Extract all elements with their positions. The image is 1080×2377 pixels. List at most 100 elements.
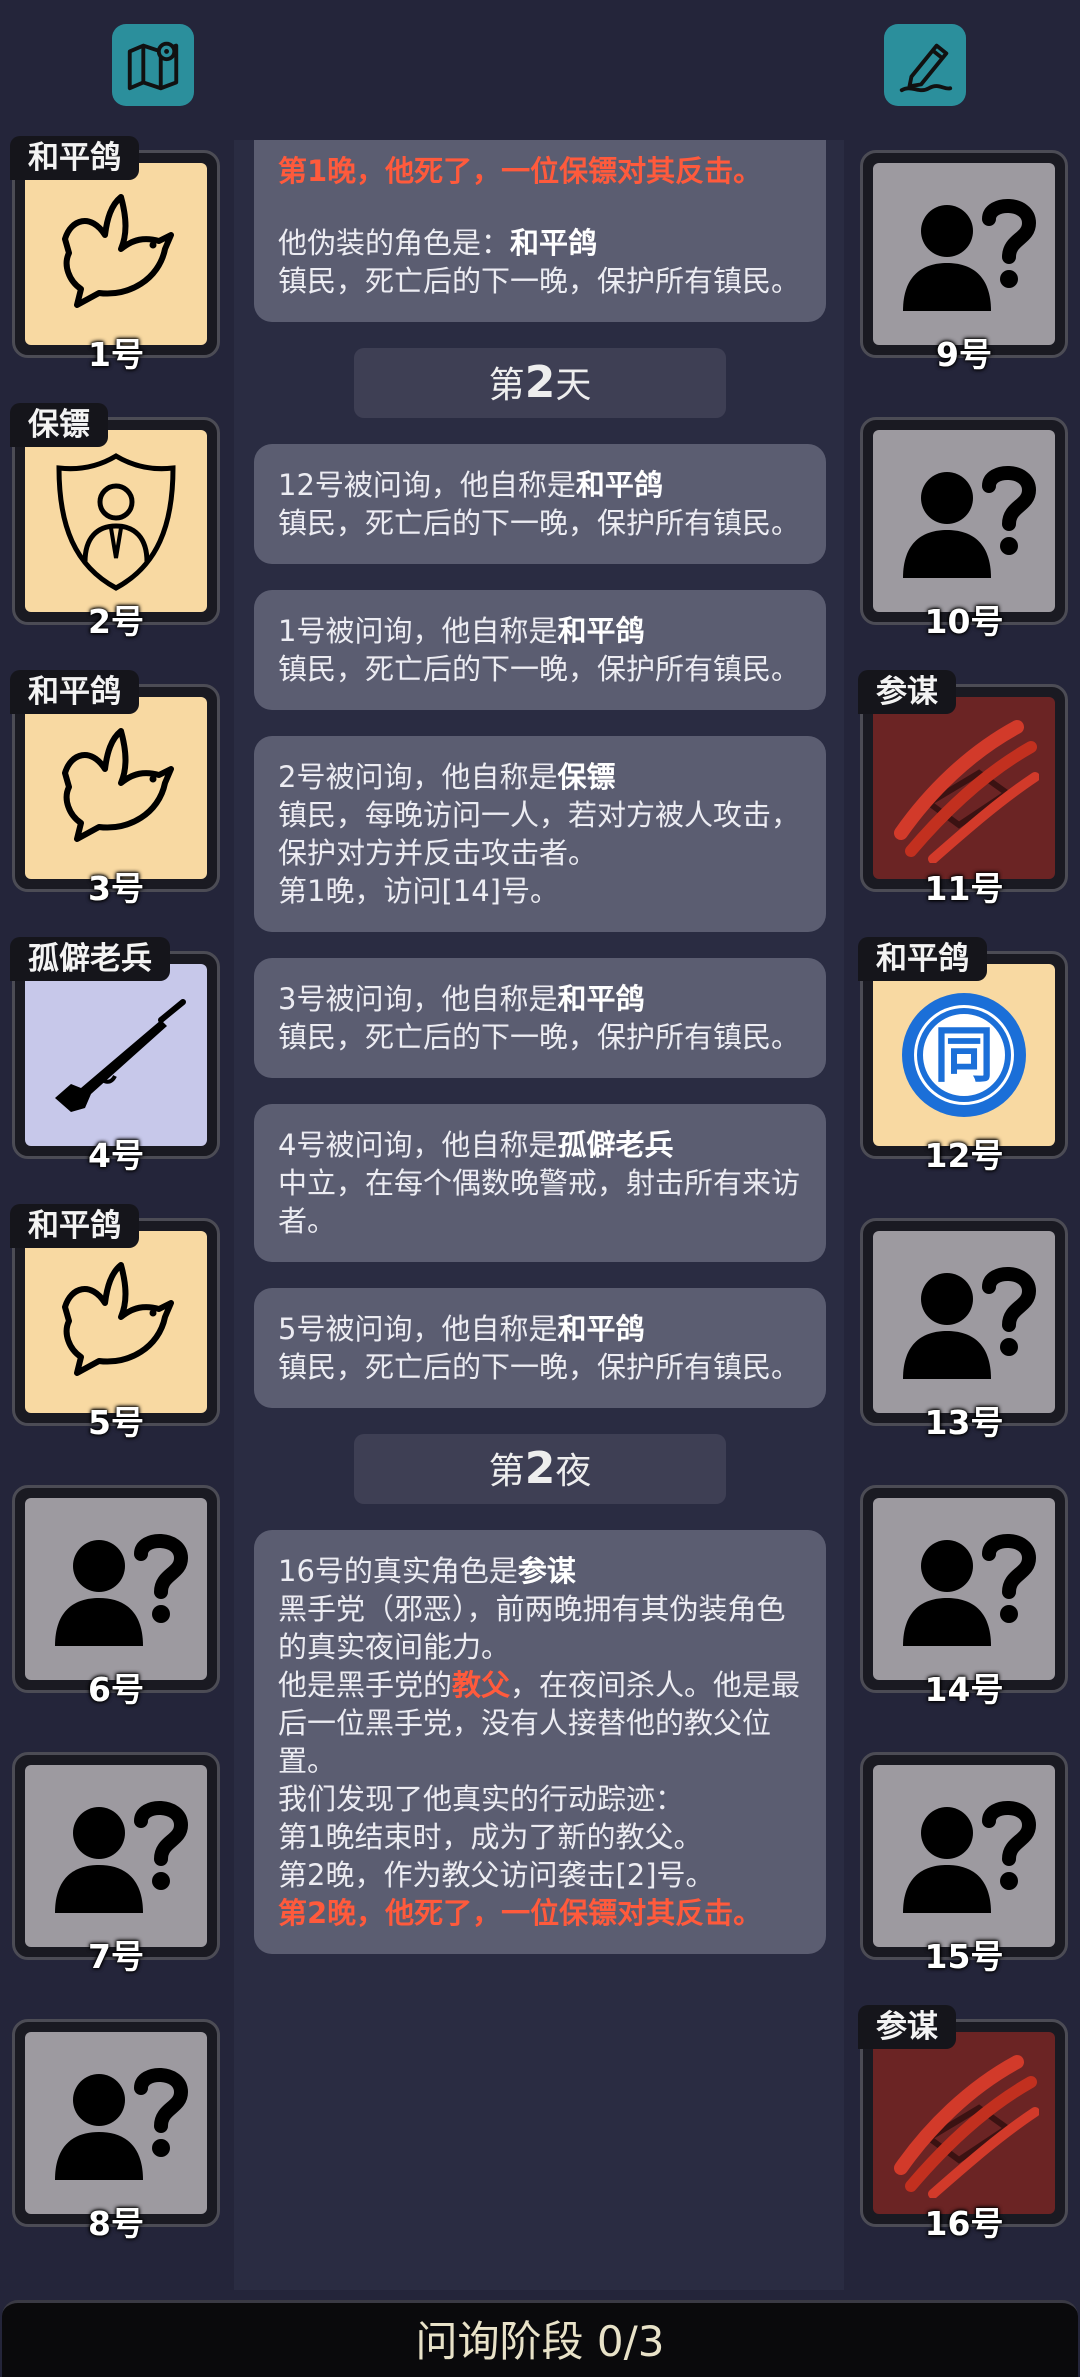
phase-day-header: 第2天 xyxy=(354,348,726,418)
player-tile xyxy=(12,150,220,358)
player-portrait xyxy=(25,1765,207,1947)
player-portrait xyxy=(25,697,207,879)
event-log[interactable]: 第1晚，他死了，一位保镖对其反击。 他伪装的角色是：和平鸽 镇民，死亡后的下一晚… xyxy=(254,140,826,2240)
claim-prefix: 2号被问询，他自称是 xyxy=(278,760,558,794)
unknown-person-icon xyxy=(889,179,1039,329)
player-slot[interactable]: 15号 xyxy=(860,1752,1068,1976)
unknown-person-icon xyxy=(889,1514,1039,1664)
player-number: 7号 xyxy=(88,1937,144,1976)
player-portrait xyxy=(873,1231,1055,1413)
claim-description: 中立，在每个偶数晚警戒，射击所有来访者。 xyxy=(278,1166,801,1238)
player-portrait xyxy=(873,163,1055,345)
badge-text: 同 xyxy=(934,1021,994,1091)
role-tag: 和平鸽 xyxy=(10,136,139,180)
player-slot[interactable]: 6号 xyxy=(12,1485,220,1709)
player-portrait xyxy=(25,1498,207,1680)
player-number: 8号 xyxy=(88,2204,144,2243)
claims-list: 12号被问询，他自称是和平鸽 镇民，死亡后的下一晚，保护所有镇民。 1号被问询，他自… xyxy=(254,444,826,1408)
claim-prefix: 1号被问询，他自称是 xyxy=(278,614,558,648)
player-number: 9号 xyxy=(936,335,992,374)
claim-card: 3号被问询，他自称是和平鸽 镇民，死亡后的下一晚，保护所有镇民。 xyxy=(254,958,826,1078)
player-number: 5号 xyxy=(88,1403,144,1442)
player-tile xyxy=(12,684,220,892)
role-tag: 保镖 xyxy=(10,403,108,447)
claim-role: 孤僻老兵 xyxy=(557,1128,674,1162)
player-tile xyxy=(12,2019,220,2227)
player-tile: 同 xyxy=(860,951,1068,1159)
unknown-person-icon xyxy=(889,1247,1039,1397)
claim-prefix: 5号被问询，他自称是 xyxy=(278,1312,558,1346)
dove-icon xyxy=(41,713,191,863)
player-tile xyxy=(860,684,1068,892)
player-portrait xyxy=(873,1765,1055,1947)
player-slot[interactable]: 13号 xyxy=(860,1218,1068,1442)
phase-night-header: 第2夜 xyxy=(354,1434,726,1504)
map-button[interactable] xyxy=(112,24,194,106)
notes-button[interactable] xyxy=(884,24,966,106)
player-number: 16号 xyxy=(924,2204,1004,2243)
same-badge-icon: 同 xyxy=(902,993,1026,1117)
claim-description: 镇民，每晚访问一人，若对方被人攻击，保护对方并反击攻击者。 xyxy=(278,798,801,870)
claim-prefix: 4号被问询，他自称是 xyxy=(278,1128,558,1162)
player-number: 13号 xyxy=(924,1403,1004,1442)
player-slot[interactable]: 14号 xyxy=(860,1485,1068,1709)
player-slot[interactable]: 同 和平鸽 12号 xyxy=(858,937,1068,1175)
player-slot[interactable]: 和平鸽 3号 xyxy=(10,670,220,908)
player-portrait xyxy=(873,697,1055,879)
player-tile xyxy=(860,2019,1068,2227)
claim-card: 4号被问询，他自称是孤僻老兵中立，在每个偶数晚警戒，射击所有来访者。 xyxy=(254,1104,826,1262)
claim-prefix: 3号被问询，他自称是 xyxy=(278,982,558,1016)
unknown-person-icon xyxy=(41,1781,191,1931)
player-portrait xyxy=(25,1231,207,1413)
claim-card: 5号被问询，他自称是和平鸽 镇民，死亡后的下一晚，保护所有镇民。 xyxy=(254,1288,826,1408)
player-portrait xyxy=(25,2032,207,2214)
player-number: 14号 xyxy=(924,1670,1004,1709)
player-number: 3号 xyxy=(88,869,144,908)
player-portrait xyxy=(873,430,1055,612)
player-number: 1号 xyxy=(88,335,144,374)
claim-description: 镇民，死亡后的下一晚，保护所有镇民。 xyxy=(278,506,801,540)
role-tag: 孤僻老兵 xyxy=(10,937,170,981)
player-tile xyxy=(860,1485,1068,1693)
player-slot[interactable]: 和平鸽 5号 xyxy=(10,1204,220,1442)
interrogation-phase-bar[interactable]: 问询阶段 0/3 xyxy=(2,2300,1078,2377)
bodyguard-shield-icon xyxy=(41,446,191,596)
player-slot[interactable]: 8号 xyxy=(12,2019,220,2243)
player-portrait: 同 xyxy=(873,964,1055,1146)
player-slot[interactable]: 参谋 16号 xyxy=(858,2005,1068,2243)
player-tile xyxy=(860,1218,1068,1426)
role-tag: 和平鸽 xyxy=(858,937,987,981)
player-number: 2号 xyxy=(88,602,144,641)
player-slot[interactable]: 保镖 2号 xyxy=(10,403,220,641)
claim-role: 和平鸽 xyxy=(575,468,663,502)
reveal-card: 16号的真实角色是参谋 黑手党（邪恶），前两晚拥有其伪装角色的真实夜间能力。 他… xyxy=(254,1530,826,1954)
player-tile xyxy=(12,1485,220,1693)
unknown-person-icon xyxy=(889,1781,1039,1931)
player-portrait xyxy=(25,430,207,612)
player-slot[interactable]: 9号 xyxy=(860,150,1068,374)
claw-slash-icon xyxy=(889,713,1039,863)
claw-slash-icon xyxy=(889,2048,1039,2198)
player-tile xyxy=(860,1752,1068,1960)
player-slot[interactable]: 10号 xyxy=(860,417,1068,641)
rifle-icon xyxy=(41,980,191,1130)
role-tag: 参谋 xyxy=(858,670,956,714)
player-slot[interactable]: 孤僻老兵 4号 xyxy=(10,937,220,1175)
claim-description: 镇民，死亡后的下一晚，保护所有镇民。 xyxy=(278,1020,801,1054)
player-slot[interactable]: 参谋 11号 xyxy=(858,670,1068,908)
player-tile xyxy=(860,150,1068,358)
claim-card: 2号被问询，他自称是保镖 镇民，每晚访问一人，若对方被人攻击，保护对方并反击攻击者… xyxy=(254,736,826,932)
player-number: 12号 xyxy=(924,1136,1004,1175)
role-tag: 参谋 xyxy=(858,2005,956,2049)
player-portrait xyxy=(25,163,207,345)
unknown-person-icon xyxy=(41,2048,191,2198)
claim-visit: 第1晚，访问[14]号。 xyxy=(278,874,559,908)
unknown-person-icon xyxy=(41,1514,191,1664)
unknown-person-icon xyxy=(889,446,1039,596)
claim-card: 12号被问询，他自称是和平鸽 镇民，死亡后的下一晚，保护所有镇民。 xyxy=(254,444,826,564)
player-slot[interactable]: 7号 xyxy=(12,1752,220,1976)
player-slot[interactable]: 和平鸽 1号 xyxy=(10,136,220,374)
claim-description: 镇民，死亡后的下一晚，保护所有镇民。 xyxy=(278,1350,801,1384)
player-portrait xyxy=(873,2032,1055,2214)
role-description: 镇民，死亡后的下一晚，保护所有镇民。 xyxy=(278,264,801,298)
